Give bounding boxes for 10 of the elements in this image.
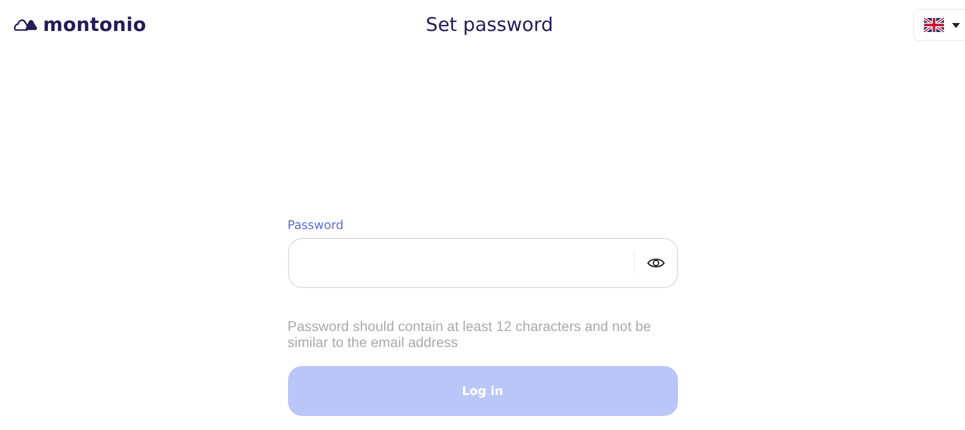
caret-icon xyxy=(952,22,960,28)
page-title: Set password xyxy=(426,14,554,36)
language-selector[interactable] xyxy=(913,9,965,41)
logo-text: montonio xyxy=(43,14,146,36)
flag-icon xyxy=(924,18,944,32)
password-field[interactable] xyxy=(288,238,678,288)
password-label: Password xyxy=(288,218,345,232)
password-hint: Password should contain at least 12 characters and not be similar to the email address xyxy=(288,318,652,350)
logo-icon xyxy=(14,18,38,32)
eye-icon[interactable] xyxy=(646,257,664,269)
